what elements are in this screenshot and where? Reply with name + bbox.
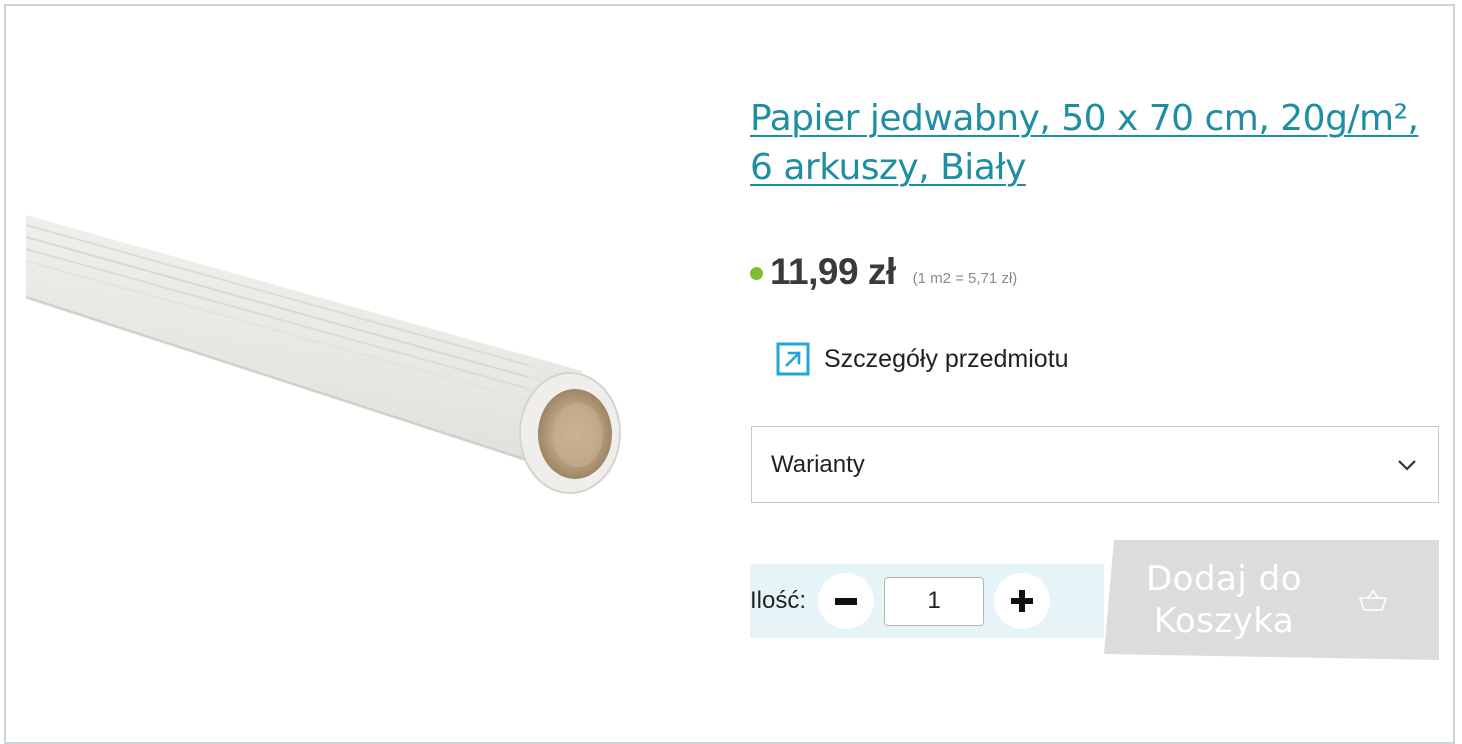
variants-selected-value: Warianty xyxy=(771,450,865,478)
product-title[interactable]: Papier jedwabny, 50 x 70 cm, 20g/m², 6 a… xyxy=(750,94,1440,192)
add-to-cart-label: Dodaj do Koszyka xyxy=(1104,558,1344,642)
basket-icon xyxy=(1359,590,1387,611)
item-details-link[interactable]: Szczegóły przedmiotu xyxy=(776,340,1069,378)
chevron-down-icon xyxy=(1398,459,1416,471)
product-image[interactable] xyxy=(25,201,626,521)
product-card: Papier jedwabny, 50 x 70 cm, 20g/m², 6 a… xyxy=(4,4,1455,744)
price-row: 11,99 zł (1 m2 = 5,71 zł) xyxy=(750,248,1017,296)
increase-quantity-button[interactable] xyxy=(994,573,1051,629)
quantity-stepper: Ilość: xyxy=(750,564,1104,638)
quantity-input[interactable] xyxy=(884,576,985,626)
product-price: 11,99 zł xyxy=(770,251,896,292)
decrease-quantity-button[interactable] xyxy=(818,573,875,629)
minus-icon xyxy=(835,598,858,605)
external-link-icon xyxy=(776,342,810,376)
add-to-cart-button[interactable]: Dodaj do Koszyka xyxy=(1104,540,1439,660)
plus-icon xyxy=(1011,590,1034,612)
add-to-cart-label-line1: Dodaj do xyxy=(1145,559,1303,599)
variants-select[interactable]: Warianty xyxy=(751,426,1439,503)
add-to-cart-label-line2: Koszyka xyxy=(1153,601,1295,641)
unit-price: (1 m2 = 5,71 zł) xyxy=(912,269,1018,287)
quantity-label: Ilość: xyxy=(750,587,807,614)
item-details-label: Szczegóły przedmiotu xyxy=(824,344,1069,373)
paper-roll-image xyxy=(25,215,621,494)
stock-status-dot xyxy=(750,267,763,280)
